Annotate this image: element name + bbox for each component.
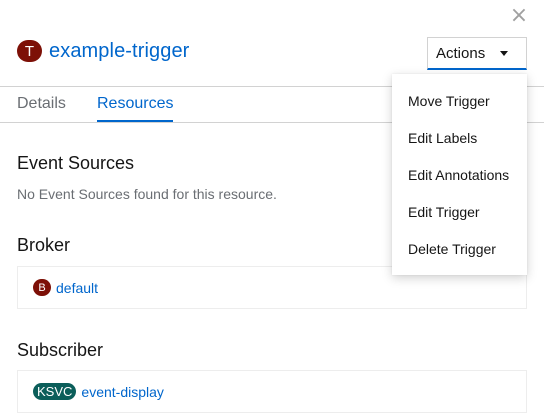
trigger-resource-badge: T xyxy=(17,40,42,62)
menu-item-move-trigger[interactable]: Move Trigger xyxy=(392,82,527,119)
subscriber-link[interactable]: event-display xyxy=(81,384,164,400)
event-sources-heading: Event Sources xyxy=(17,153,135,173)
tab-resources[interactable]: Resources xyxy=(97,95,174,122)
ksvc-resource-badge: KSVC xyxy=(33,383,77,400)
actions-dropdown-toggle[interactable]: Actions xyxy=(427,37,527,70)
menu-item-edit-trigger[interactable]: Edit Trigger xyxy=(392,193,527,230)
resource-title: example-trigger xyxy=(49,39,190,62)
broker-link[interactable]: default xyxy=(56,280,98,296)
menu-item-delete-trigger[interactable]: Delete Trigger xyxy=(392,230,527,267)
broker-resource-badge: B xyxy=(33,279,51,296)
subscriber-list-item: KSVC event-display xyxy=(17,370,527,413)
actions-menu: Move Trigger Edit Labels Edit Annotation… xyxy=(392,74,527,275)
close-icon[interactable]: × xyxy=(509,5,529,27)
broker-heading: Broker xyxy=(17,235,71,255)
menu-item-edit-annotations[interactable]: Edit Annotations xyxy=(392,156,527,193)
event-sources-empty-message: No Event Sources found for this resource… xyxy=(17,186,277,202)
actions-label: Actions xyxy=(436,44,486,62)
tab-details[interactable]: Details xyxy=(17,95,66,122)
menu-item-edit-labels[interactable]: Edit Labels xyxy=(392,119,527,156)
caret-down-icon xyxy=(500,51,508,56)
resource-header: T example-trigger xyxy=(17,39,189,63)
subscriber-heading: Subscriber xyxy=(17,340,104,360)
